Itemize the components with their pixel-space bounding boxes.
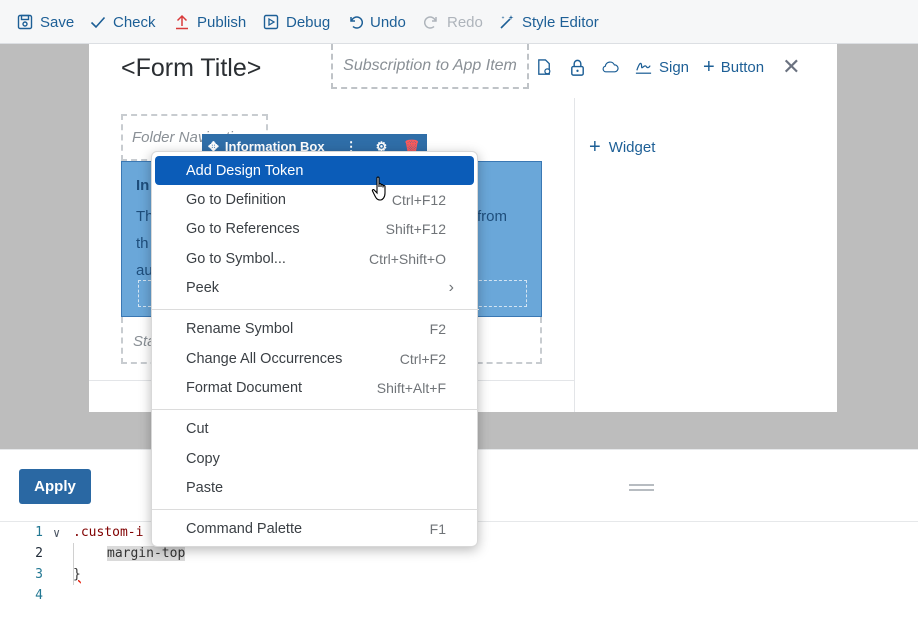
code-line: 3 } [0,564,918,585]
magic-wand-icon [500,15,514,29]
menu-item-shortcut: Shift+Alt+F [376,379,446,396]
check-icon [90,16,106,29]
cloud-icon[interactable] [601,58,620,77]
redo-label: Redo [447,13,483,31]
menu-item-label: Go to Definition [186,191,286,208]
toolbar: Save Check Publish Debug Undo Redo Style… [0,0,918,44]
undo-button[interactable]: Undo [347,0,406,44]
menu-item-label: Go to References [186,220,300,237]
line-number: 4 [35,588,43,603]
menu-item-label: Add Design Token [186,162,304,179]
menu-item-shortcut: F2 [429,320,446,337]
menu-item-change-all-occurrences[interactable]: Change All Occurrences Ctrl+F2 [155,344,474,373]
code-line: 4 [0,585,918,606]
resize-handle[interactable] [629,484,654,491]
style-editor-label: Style Editor [522,13,599,31]
menu-item-go-to-references[interactable]: Go to References Shift+F12 [155,214,474,243]
signature-icon [635,62,652,74]
line-number: 3 [35,567,43,582]
code-text: } [73,567,81,582]
info-box-title: In [136,177,150,194]
code-text: margin-top [107,546,186,561]
menu-separator [152,509,479,510]
menu-item-shortcut: Shift+F12 [385,220,446,237]
save-icon [17,14,33,30]
fold-chevron-icon[interactable]: ∨ [53,526,60,540]
info-line-1-right: from [477,208,507,225]
save-button[interactable]: Save [17,0,74,44]
menu-item-add-design-token[interactable]: Add Design Token [155,156,474,185]
menu-item-shortcut: F1 [429,520,446,537]
menu-item-label: Format Document [186,379,303,396]
menu-item-peek[interactable]: Peek › [155,273,474,302]
column-divider [574,98,575,412]
hand-pointer-icon [371,176,386,201]
publish-button[interactable]: Publish [174,0,246,44]
style-editor-button[interactable]: Style Editor [499,0,599,44]
menu-item-shortcut: Ctrl+Shift+O [368,250,446,267]
sign-button[interactable]: Sign [634,58,689,77]
widget-label: Widget [608,138,656,156]
menu-separator [152,309,479,310]
menu-separator [152,409,479,410]
add-button[interactable]: + Button [703,56,765,78]
undo-label: Undo [370,13,406,31]
menu-item-label: Cut [186,420,209,437]
button-label: Button [720,58,765,76]
sign-label: Sign [659,58,690,76]
close-icon[interactable]: ✕ [782,54,800,80]
menu-item-go-to-definition[interactable]: Go to Definition Ctrl+F12 [155,185,474,214]
menu-item-label: Go to Symbol... [186,250,286,267]
debug-label: Debug [286,13,331,31]
subscription-placeholder[interactable]: Subscription to App Item [331,44,529,89]
plus-icon: + [703,56,715,78]
debug-icon [263,14,279,30]
check-button[interactable]: Check [90,0,156,44]
form-toolbar: Sign + Button ✕ [535,54,801,80]
menu-item-label: Rename Symbol [186,320,294,337]
redo-icon [424,16,437,29]
check-label: Check [113,13,156,31]
menu-item-label: Paste [186,479,224,496]
menu-item-label: Change All Occurrences [186,350,343,367]
chevron-right-icon: › [448,278,454,296]
menu-item-command-palette[interactable]: Command Palette F1 [155,514,474,543]
publish-label: Publish [197,13,247,31]
menu-item-label: Peek [186,279,220,296]
menu-item-cut[interactable]: Cut [155,414,474,443]
redo-button[interactable]: Redo [424,0,483,44]
line-number: 1 [35,525,43,540]
menu-item-label: Copy [186,450,220,467]
plus-icon: + [589,136,601,158]
menu-item-shortcut: Ctrl+F2 [399,350,446,367]
context-menu: Add Design Token Go to Definition Ctrl+F… [151,151,479,547]
code-text: .custom-i [73,525,144,540]
line-number: 2 [35,546,43,561]
menu-item-go-to-symbol[interactable]: Go to Symbol... Ctrl+Shift+O [155,244,474,273]
menu-item-format-document[interactable]: Format Document Shift+Alt+F [155,373,474,402]
menu-item-label: Command Palette [186,520,303,537]
debug-button[interactable]: Debug [263,0,330,44]
lock-icon[interactable] [568,58,587,77]
undo-icon [350,16,363,29]
menu-item-copy[interactable]: Copy [155,444,474,473]
add-widget-button[interactable]: + Widget [589,136,656,158]
menu-item-rename-symbol[interactable]: Rename Symbol F2 [155,314,474,343]
publish-icon [176,14,188,30]
document-settings-icon[interactable] [535,58,554,77]
save-label: Save [40,13,75,31]
apply-button[interactable]: Apply [19,469,91,504]
form-title[interactable]: <Form Title> [121,54,261,83]
menu-item-shortcut: Ctrl+F12 [391,191,446,208]
menu-item-paste[interactable]: Paste [155,473,474,502]
